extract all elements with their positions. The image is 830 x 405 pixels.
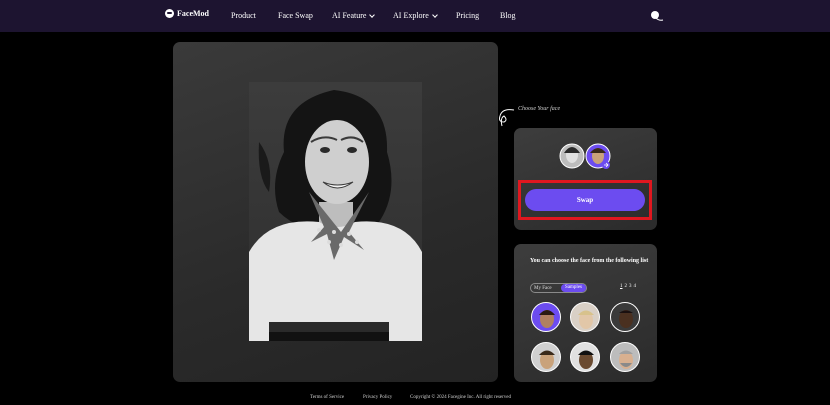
face-option[interactable] <box>531 342 561 372</box>
curved-arrow-icon <box>499 109 515 127</box>
nav-link-ai-explore[interactable]: AI Explore <box>393 11 438 20</box>
swap-button[interactable]: Swap <box>525 189 645 211</box>
page-2[interactable]: 2 <box>625 284 628 289</box>
face-option[interactable] <box>570 302 600 332</box>
face-thumbnail <box>539 310 555 328</box>
nav-link-pricing[interactable]: Pricing <box>456 11 479 20</box>
brand-name: FaceMod <box>177 9 209 18</box>
face-thumbnail <box>619 310 633 328</box>
face-option[interactable] <box>610 342 640 372</box>
footer-privacy-link[interactable]: Privacy Policy <box>363 395 392 400</box>
tab-samples[interactable]: Samples <box>561 284 586 292</box>
chevron-down-icon <box>431 11 438 18</box>
choose-face-hint: Choose Your face <box>518 106 561 112</box>
tab-my-face[interactable]: My Face <box>531 286 555 291</box>
face-option[interactable] <box>610 302 640 332</box>
top-navbar: FaceMod Product Face Swap AI Feature AI … <box>0 0 830 32</box>
face-grid <box>530 301 642 373</box>
nav-link-face-swap[interactable]: Face Swap <box>278 11 313 20</box>
face-thumbnail <box>619 350 633 369</box>
chevron-down-icon <box>369 11 376 18</box>
nav-link-product[interactable]: Product <box>231 11 256 20</box>
face-thumbnail <box>539 350 555 369</box>
nav-link-ai-feature[interactable]: AI Feature <box>332 11 376 20</box>
page-4[interactable]: 4 <box>634 284 637 289</box>
footer-terms-link[interactable]: Terms of Service <box>310 395 344 400</box>
nav-link-blog[interactable]: Blog <box>500 11 516 20</box>
woman-portrait-image <box>249 90 422 341</box>
footer-copyright: Copyright © 2024 Facegine Inc. All right… <box>410 395 511 400</box>
facemod-logo-icon <box>165 9 174 18</box>
face-source-toggle: My Face Samples <box>530 283 587 293</box>
source-photo <box>249 82 422 341</box>
face-list-title: You can choose the face from the followi… <box>530 258 649 264</box>
face-option[interactable] <box>570 342 600 372</box>
brand-logo[interactable]: FaceMod <box>165 9 209 18</box>
face-pagination: 1 2 3 4 <box>620 284 636 289</box>
face-thumbnail <box>578 350 594 369</box>
page-3[interactable]: 3 <box>629 284 632 289</box>
face-option[interactable] <box>531 302 561 332</box>
selected-faces <box>559 143 611 169</box>
user-avatar-icon[interactable] <box>650 9 664 23</box>
page-1[interactable]: 1 <box>620 284 623 289</box>
face-thumbnail <box>578 310 594 329</box>
